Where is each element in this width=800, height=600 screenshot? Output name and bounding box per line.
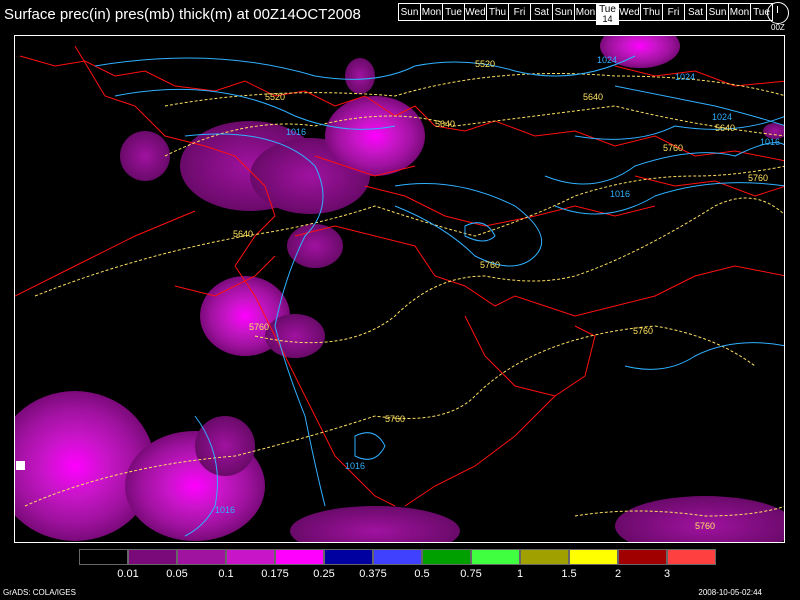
legend-swatch	[471, 549, 520, 565]
legend-swatch	[324, 549, 373, 565]
footer-timestamp: 2008-10-05-02:44	[698, 588, 762, 597]
legend-label: 0.01	[117, 568, 139, 580]
footer-credit: GrADS: COLA/IGES	[3, 588, 76, 597]
day-label: Mon	[575, 7, 596, 18]
thick-label: 5760	[249, 322, 269, 332]
day-number: 14	[602, 14, 613, 24]
legend-label: 0.05	[166, 568, 188, 580]
map-marker	[16, 461, 25, 470]
legend-swatch	[275, 549, 324, 565]
legend-label: 0.375	[359, 568, 387, 580]
day-label: Tue	[445, 7, 462, 18]
legend-swatch	[226, 549, 275, 565]
day-button[interactable]: Mon	[574, 3, 597, 21]
thick-label: 5760	[663, 143, 683, 153]
pres-label: 1016	[610, 189, 630, 199]
pres-label: 1016	[286, 127, 306, 137]
day-button[interactable]: Sun	[706, 3, 729, 21]
day-button[interactable]: Fri	[508, 3, 531, 21]
day-label: Sun	[554, 7, 573, 18]
day-button[interactable]: Wed	[464, 3, 487, 21]
day-button[interactable]: Sun	[398, 3, 421, 21]
pres-label: 1024	[675, 72, 695, 82]
thick-label: 5520	[475, 59, 495, 69]
legend-label: 0.75	[460, 568, 482, 580]
pres-label: 1024	[712, 112, 732, 122]
day-label: Mon	[421, 7, 442, 18]
day-label: Fri	[667, 7, 680, 18]
day-timeline[interactable]: Sun Mon Tue Wed Thu Fri Sat Sun Mon Tue 14 Wed Thu Fr…	[398, 3, 773, 25]
thick-label: 5760	[480, 260, 500, 270]
thick-label: 5640	[435, 119, 455, 129]
thick-label: 5760	[633, 326, 653, 336]
legend-swatch	[569, 549, 618, 565]
legend-label: 0.175	[261, 568, 289, 580]
day-button[interactable]: Wed	[618, 3, 641, 21]
precipitation-layer	[15, 36, 784, 542]
legend-label: 0.1	[218, 568, 234, 580]
day-button[interactable]: Tue	[442, 3, 465, 21]
day-button[interactable]: Tue 14	[596, 3, 619, 25]
day-label: Sun	[708, 7, 727, 18]
legend-swatch	[520, 549, 569, 565]
clock-label: 00Z	[771, 23, 785, 32]
thick-label: 5640	[715, 123, 735, 133]
legend-swatch	[667, 549, 716, 565]
day-label: Thu	[642, 7, 661, 18]
weather-map: 5520 5520 5640 5640 5640 5640 5760 5760 …	[14, 35, 785, 543]
legend-label: 0.25	[313, 568, 335, 580]
thick-label: 5760	[385, 414, 405, 424]
thickness-labels: 5520 5520 5640 5640 5640 5640 5760 5760 …	[233, 59, 768, 531]
thick-label: 5640	[233, 229, 253, 239]
pres-label: 1024	[597, 55, 617, 65]
legend-swatch	[618, 549, 667, 565]
legend-swatch	[79, 549, 128, 565]
pres-label: 1016	[760, 137, 780, 147]
day-label: Thu	[488, 7, 507, 18]
legend-label: 0.5	[414, 568, 430, 580]
precip-legend	[79, 549, 716, 565]
legend-swatch	[373, 549, 422, 565]
legend-swatch	[177, 549, 226, 565]
map-canvas: 5520 5520 5640 5640 5640 5640 5760 5760 …	[15, 36, 784, 542]
thick-label: 5640	[583, 92, 603, 102]
legend-swatch	[422, 549, 471, 565]
legend-label: 2	[614, 568, 622, 580]
day-label: Wed	[465, 7, 486, 18]
clock-icon[interactable]	[767, 2, 789, 24]
legend-swatch	[128, 549, 177, 565]
day-button[interactable]: Sat	[684, 3, 707, 21]
day-label: Sun	[400, 7, 419, 18]
day-button[interactable]: Mon	[420, 3, 443, 21]
day-button[interactable]: Fri	[662, 3, 685, 21]
day-button[interactable]: Sun	[552, 3, 575, 21]
map-title: Surface prec(in) pres(mb) thick(m) at 00…	[4, 6, 361, 23]
day-label: Fri	[513, 7, 526, 18]
thick-label: 5760	[748, 173, 768, 183]
day-label: Wed	[619, 7, 640, 18]
day-button[interactable]: Thu	[640, 3, 663, 21]
legend-label: 1	[516, 568, 524, 580]
pres-label: 1016	[345, 461, 365, 471]
day-button[interactable]: Sat	[530, 3, 553, 21]
legend-label: 3	[663, 568, 671, 580]
thick-label: 5760	[695, 521, 715, 531]
legend-label: 1.5	[561, 568, 577, 580]
pres-label: 1016	[215, 505, 235, 515]
precip-legend-labels: 0.01 0.05 0.1 0.175 0.25 0.375 0.5 0.75 1 1.5 2 3	[79, 568, 719, 582]
day-label: Sat	[533, 7, 549, 18]
day-button[interactable]: Mon	[728, 3, 751, 21]
thick-label: 5520	[265, 92, 285, 102]
pressure-labels: 1024 1024 1024 1016 1016 1016 1016 1016	[215, 55, 780, 515]
day-label: Sat	[687, 7, 703, 18]
day-button[interactable]: Thu	[486, 3, 509, 21]
day-label: Mon	[729, 7, 750, 18]
